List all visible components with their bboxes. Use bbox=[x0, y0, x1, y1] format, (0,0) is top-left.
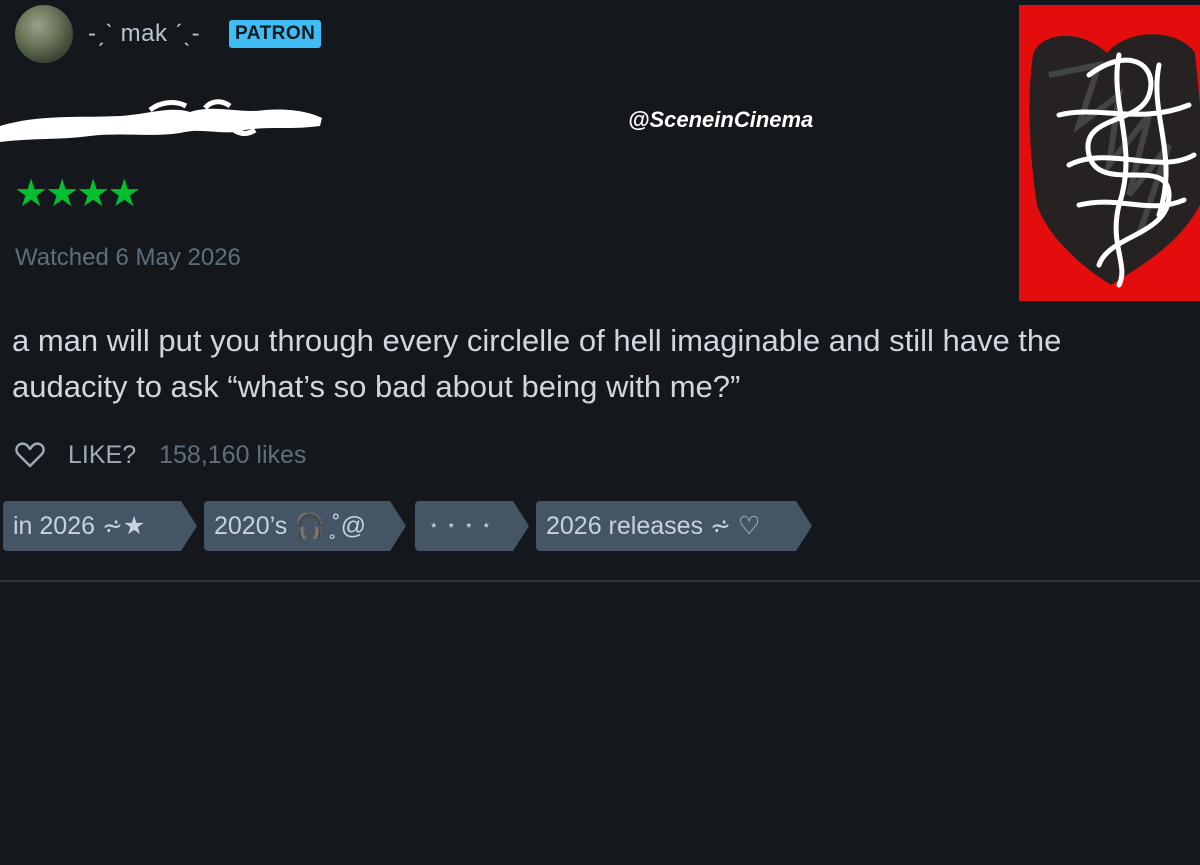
poster-artwork bbox=[1019, 5, 1200, 301]
review-page: -ˏˋ mak ˊˎ- PATRON @SceneinCinema ★★★★ W… bbox=[0, 0, 1200, 865]
section-divider bbox=[0, 580, 1200, 582]
star-rating: ★★★★ bbox=[14, 173, 141, 215]
watermark-text: @SceneinCinema bbox=[628, 107, 814, 132]
watched-date[interactable]: Watched 6 May 2026 bbox=[15, 244, 241, 272]
like-count[interactable]: 158,160 likes bbox=[159, 441, 306, 470]
heart-icon[interactable] bbox=[15, 442, 45, 468]
avatar[interactable] bbox=[15, 5, 73, 63]
tag-2026-releases[interactable]: 2026 releases ⩫ ♡ bbox=[536, 501, 812, 551]
patron-badge: PATRON bbox=[229, 20, 322, 48]
tag-2020s[interactable]: 2020’s 🎧 ̥˚@ bbox=[204, 501, 406, 551]
review-text: a man will put you through every circlel… bbox=[12, 323, 1062, 404]
username-link[interactable]: -ˏˋ mak ˊˎ- bbox=[88, 20, 200, 48]
like-row: LIKE? 158,160 likes bbox=[15, 438, 306, 472]
tag-in-2026[interactable]: in 2026 ⩫★ bbox=[3, 501, 197, 551]
tag-four-stars[interactable]: ⋆ ⋆ ⋆ ⋆ bbox=[415, 501, 529, 551]
film-poster[interactable] bbox=[1019, 5, 1200, 301]
like-button[interactable]: LIKE? bbox=[68, 441, 136, 470]
censored-title-scribble bbox=[0, 99, 322, 142]
